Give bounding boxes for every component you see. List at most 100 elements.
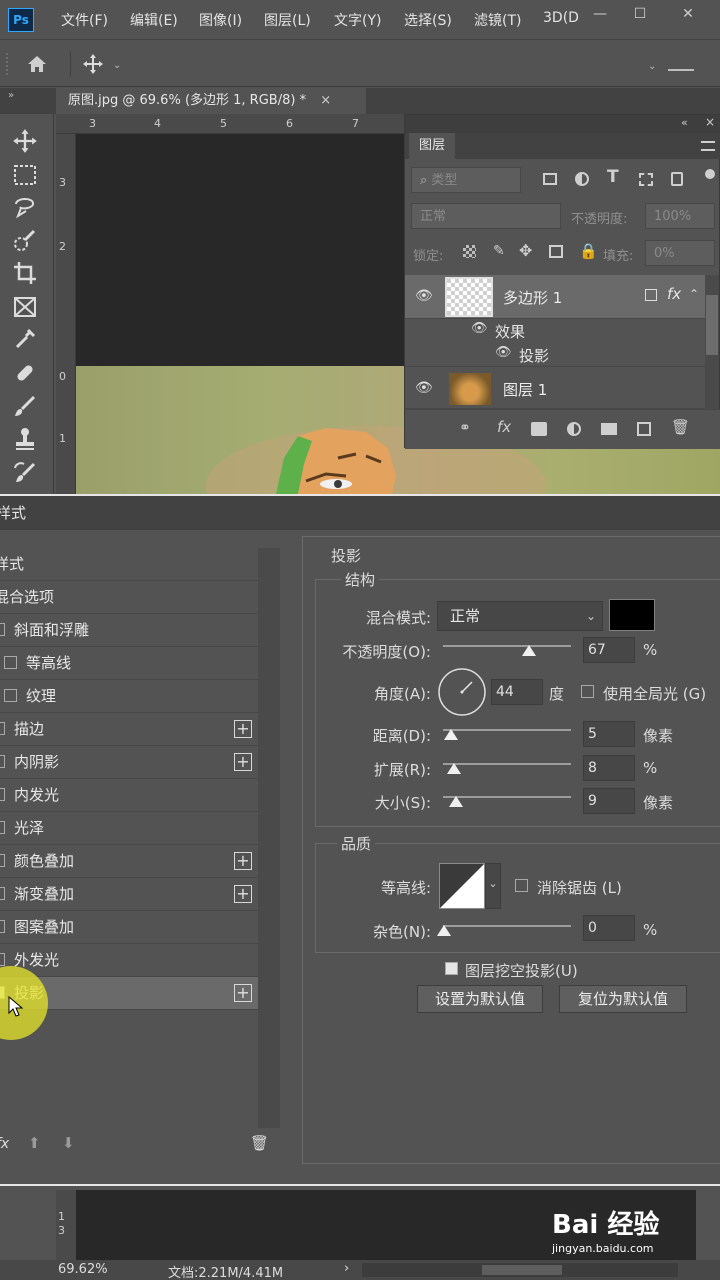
canvas-pasteboard[interactable] (76, 134, 406, 366)
opacity-input[interactable]: 67 (583, 637, 635, 663)
horizontal-scrollbar[interactable] (362, 1263, 678, 1277)
distance-input[interactable]: 5 (583, 721, 635, 747)
home-icon[interactable] (26, 54, 48, 74)
move-tool-icon[interactable] (12, 128, 42, 158)
style-checkbox[interactable] (0, 754, 5, 768)
panel-collapse-icon[interactable] (668, 69, 694, 71)
filter-toggle-icon[interactable] (705, 169, 715, 179)
delete-effect-icon[interactable]: 🗑 (250, 1134, 269, 1152)
crop-tool-icon[interactable] (12, 260, 42, 290)
distance-slider-knob[interactable] (444, 729, 458, 740)
add-color-overlay-button[interactable]: + (234, 852, 252, 870)
layer-filter-select[interactable]: ⌕ 类型 (411, 167, 521, 193)
style-checkbox[interactable] (0, 721, 5, 735)
menu-file[interactable]: 文件(F) (61, 10, 108, 30)
noise-slider-knob[interactable] (437, 925, 451, 936)
minimize-button[interactable]: — (582, 4, 618, 24)
frame-tool-icon[interactable] (12, 294, 42, 324)
style-checkbox[interactable] (4, 655, 17, 669)
delete-layer-icon[interactable]: 🗑 (671, 418, 690, 436)
add-style-icon[interactable]: fx (497, 418, 511, 436)
menu-type[interactable]: 文字(Y) (334, 10, 381, 30)
healing-brush-tool-icon[interactable] (12, 360, 42, 390)
angle-dial[interactable] (437, 667, 487, 717)
antialias-checkbox[interactable] (515, 879, 528, 892)
pixel-filter-icon[interactable] (543, 173, 557, 185)
shadow-color-swatch[interactable] (609, 599, 655, 631)
style-row-pattern-overlay[interactable]: 图案叠加 (0, 911, 258, 944)
close-window-button[interactable]: ✕ (670, 4, 706, 24)
lasso-tool-icon[interactable] (12, 194, 42, 224)
noise-input[interactable]: 0 (583, 915, 635, 941)
zoom-level[interactable]: 69.62% (58, 1262, 108, 1277)
move-tool-icon[interactable] (82, 53, 104, 75)
type-filter-icon[interactable]: T (607, 167, 619, 187)
contour-dropdown[interactable]: ⌄ (485, 863, 501, 909)
add-stroke-button[interactable]: + (234, 720, 252, 738)
visibility-eye-icon[interactable]: 👁 (415, 288, 433, 304)
marquee-tool-icon[interactable] (12, 162, 42, 192)
lock-all-icon[interactable]: 🔒 (579, 242, 598, 260)
angle-input[interactable]: 44 (491, 679, 543, 705)
style-checkbox[interactable] (0, 853, 5, 867)
scrollbar-thumb[interactable] (482, 1265, 562, 1275)
reset-default-button[interactable]: 复位为默认值 (559, 985, 687, 1013)
lock-transparent-icon[interactable] (463, 245, 476, 258)
noise-slider[interactable] (443, 925, 571, 927)
layer-effect-drop-shadow[interactable]: 👁 投影 (405, 343, 705, 367)
layer-blend-mode-select[interactable]: 正常 (411, 203, 561, 229)
layer-row-layer1[interactable]: 👁 图层 1 (405, 369, 705, 409)
size-slider-knob[interactable] (449, 796, 463, 807)
new-adjustment-icon[interactable] (567, 422, 581, 436)
document-tab[interactable]: 原图.jpg @ 69.6% (多边形 1, RGB/8) * × (56, 88, 366, 114)
contour-preview[interactable] (439, 863, 485, 909)
panel-menu-icon[interactable] (701, 141, 715, 151)
menu-image[interactable]: 图像(I) (199, 10, 242, 30)
add-gradient-overlay-button[interactable]: + (234, 885, 252, 903)
chevron-down-icon[interactable]: ⌄ (113, 60, 121, 71)
size-input[interactable]: 9 (583, 788, 635, 814)
opacity-slider-knob[interactable] (521, 645, 536, 656)
fill-input[interactable]: 0% (645, 240, 715, 266)
maximize-button[interactable]: ☐ (622, 4, 658, 24)
scrollbar-thumb[interactable] (706, 295, 718, 355)
blend-mode-select[interactable]: 正常 ⌄ (437, 601, 603, 631)
history-brush-tool-icon[interactable] (12, 460, 42, 490)
menu-select[interactable]: 选择(S) (404, 10, 452, 30)
expand-toolbar-icon[interactable]: » (8, 90, 14, 101)
distance-slider[interactable] (443, 729, 571, 731)
lock-position-icon[interactable]: ✥ (519, 241, 532, 260)
quick-select-tool-icon[interactable] (12, 228, 42, 258)
add-effect-icon[interactable]: fx (0, 1136, 9, 1152)
style-checkbox[interactable] (0, 787, 5, 801)
new-layer-icon[interactable] (637, 422, 651, 436)
style-list-scrollbar[interactable] (258, 548, 280, 1128)
style-row-inner-glow[interactable]: 内发光 (0, 779, 258, 812)
style-row-contour[interactable]: 等高线 (0, 647, 258, 680)
knockout-checkbox-checked[interactable] (445, 962, 458, 975)
style-checkbox[interactable] (0, 622, 5, 636)
fx-indicator[interactable]: fx (667, 285, 681, 303)
status-menu-arrow[interactable]: › (344, 1261, 349, 1276)
style-checkbox[interactable] (0, 919, 5, 933)
spread-slider-knob[interactable] (447, 763, 461, 774)
brush-tool-icon[interactable] (12, 394, 42, 424)
make-default-button[interactable]: 设置为默认值 (417, 985, 543, 1013)
eyedropper-tool-icon[interactable] (12, 326, 42, 356)
chevron-up-icon[interactable]: ⌃ (689, 287, 699, 301)
style-row-gradient-overlay[interactable]: 渐变叠加 + (0, 878, 258, 911)
spread-slider[interactable] (443, 763, 571, 765)
move-down-icon[interactable]: ⬇ (62, 1134, 75, 1152)
style-checkbox[interactable] (0, 820, 5, 834)
menu-3d[interactable]: 3D(D (543, 10, 579, 26)
style-row-texture[interactable]: 纹理 (0, 680, 258, 713)
visibility-eye-icon[interactable]: 👁 (471, 321, 488, 336)
style-row-outer-glow[interactable]: 外发光 (0, 944, 258, 977)
menu-layer[interactable]: 图层(L) (264, 10, 311, 30)
move-up-icon[interactable]: ⬆ (28, 1134, 41, 1152)
lock-artboard-icon[interactable] (549, 245, 563, 258)
global-light-checkbox[interactable] (581, 685, 594, 698)
chevron-down-icon[interactable]: ⌄ (648, 61, 656, 72)
style-row-styles[interactable]: 样式 (0, 548, 258, 581)
smart-object-filter-icon[interactable] (671, 172, 683, 186)
